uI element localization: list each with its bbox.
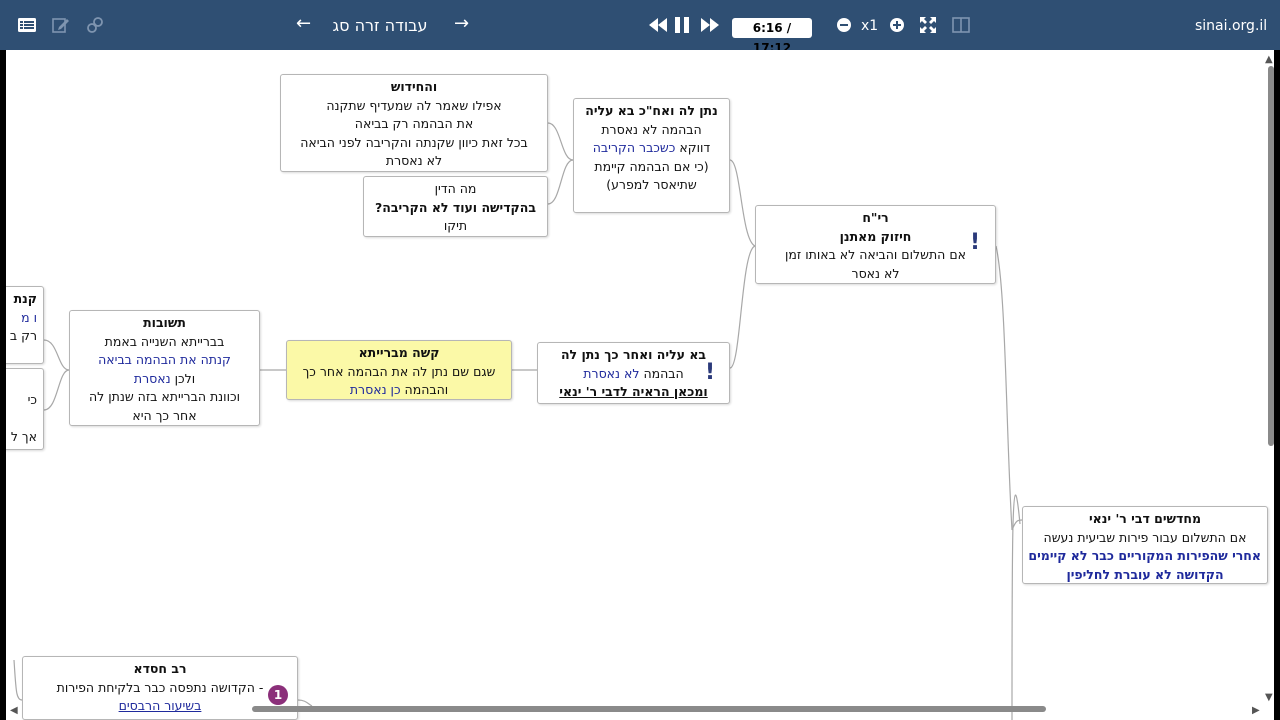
node-title: רב חסדא — [133, 661, 187, 676]
node-line: בכל זאת כיוון שקנתה והקריבה לפני הביאה — [300, 134, 528, 150]
node-title: בא עליה ואחר כך נתן לה — [560, 347, 707, 362]
rewind-icon[interactable] — [647, 14, 669, 36]
node-mechadshim[interactable]: מחדשים דבי ר' ינאי אם התשלום עבור פירות … — [1022, 506, 1268, 584]
vertical-scrollbar[interactable] — [1268, 66, 1274, 446]
node-edge-a[interactable]: קנת ו מ רק ב — [6, 286, 44, 364]
node-text: דווקא — [675, 140, 711, 155]
link-icon[interactable] — [84, 14, 106, 36]
node-line: הקדושה לא עוברת לחליפין — [1066, 566, 1224, 582]
scroll-down-icon[interactable]: ▼ — [1265, 692, 1273, 703]
node-text: ולכן — [170, 370, 196, 386]
node-line: לא נאסרת — [385, 153, 443, 168]
node-line: בברייתא השנייה באמת — [104, 333, 225, 349]
node-highlight: נאסרת — [133, 370, 171, 386]
node-line: הבהמה לא נאסרת — [544, 365, 723, 384]
node-ba-natan[interactable]: בא עליה ואחר כך נתן לה הבהמה לא נאסרת ומ… — [537, 342, 730, 404]
node-text: הבהמה — [639, 365, 684, 381]
speed-increase-icon[interactable] — [886, 14, 908, 36]
node-mah-hadin[interactable]: מה הדין בהקדישה ועוד לא הקריבה? תיקו — [363, 176, 548, 237]
node-line: ו מ — [21, 309, 37, 325]
node-highlight: כן נאסרת — [349, 382, 401, 397]
lesson-title: עבודה זרה סג — [332, 16, 428, 35]
node-line: ומכאן הראיה לדבי ר' ינאי — [559, 384, 708, 399]
prev-lesson-arrow[interactable]: ← — [296, 13, 311, 34]
node-line: תיקו — [443, 218, 468, 233]
split-view-icon[interactable] — [950, 14, 972, 36]
node-line: אפילו שאמר לה שמעדיף שתקנה — [326, 97, 502, 113]
node-line: אם התשלום עבור פירות שביעית נעשה — [1043, 529, 1247, 545]
scroll-up-icon[interactable]: ▲ — [1265, 54, 1273, 65]
node-line: והבהמה כן נאסרת — [293, 381, 505, 400]
next-lesson-arrow[interactable]: → — [454, 13, 469, 34]
node-line: אך ל — [10, 428, 37, 444]
exclamation-icon[interactable]: ! — [705, 360, 715, 385]
node-line: - הקדושה נתפסה כבר בלקיחת הפירות — [56, 679, 264, 695]
node-title: קשה מברייתא — [358, 345, 440, 360]
node-line: הבהמה לא נאסרת — [601, 121, 702, 137]
node-line: שגם שם נתן לה את הבהמה אחר כך — [302, 363, 496, 379]
node-rich[interactable]: רי"ח חיזוק מאתנן אם התשלום והביאה לא באו… — [755, 205, 996, 284]
node-kasha[interactable]: קשה מברייתא שגם שם נתן לה את הבהמה אחר כ… — [286, 340, 512, 400]
node-title: מחדשים דבי ר' ינאי — [1088, 511, 1202, 526]
node-subtitle: חיזוק מאתנן — [839, 228, 912, 244]
node-title: רי"ח — [862, 210, 889, 225]
node-line: אם התשלום והביאה לא באותו זמן — [785, 247, 966, 262]
pause-icon[interactable] — [671, 14, 693, 36]
edit-icon[interactable] — [50, 14, 72, 36]
node-line: כי — [27, 392, 37, 407]
node-teshuvot[interactable]: תשובות בברייתא השנייה באמת קנתה את הבהמה… — [69, 310, 260, 426]
node-title: נתן לה ואח"כ בא עליה — [585, 103, 718, 118]
mind-map-canvas[interactable]: והחידוש אפילו שאמר לה שמעדיף שתקנה את הב… — [6, 50, 1274, 720]
node-line: (כי אם הבהמה קיימת — [594, 158, 709, 174]
node-highlight: כשכבר הקריבה — [592, 140, 676, 155]
node-line: קנתה את הבהמה בביאה — [98, 352, 231, 367]
fullscreen-icon[interactable] — [917, 14, 939, 36]
scroll-left-icon[interactable]: ◀ — [10, 705, 18, 716]
node-line: רק ב — [9, 328, 37, 343]
node-title: תשובות — [143, 315, 186, 330]
node-line: ולכן נאסרת — [76, 370, 253, 389]
node-edge-b[interactable]: כי אך ל — [6, 368, 44, 450]
node-line: אחרי שהפירות המקוריים כבר לא קיימים — [1028, 548, 1261, 563]
node-line: לא נאסר — [851, 265, 900, 281]
horizontal-scrollbar[interactable] — [252, 706, 1046, 712]
speed-decrease-icon[interactable] — [833, 14, 855, 36]
node-highlight: לא נאסרת — [583, 365, 640, 381]
info-badge-icon[interactable]: 1 — [268, 685, 288, 705]
node-line: בהקדישה ועוד לא הקריבה? — [375, 199, 536, 215]
node-natan-ba[interactable]: נתן לה ואח"כ בא עליה הבהמה לא נאסרת דווק… — [573, 98, 730, 213]
node-chiddush[interactable]: והחידוש אפילו שאמר לה שמעדיף שתקנה את הב… — [280, 74, 548, 172]
node-line: מה הדין — [434, 181, 477, 196]
node-line: אחר כך היא — [132, 407, 197, 423]
node-title: והחידוש — [390, 79, 438, 94]
scroll-right-icon[interactable]: ▶ — [1252, 705, 1260, 716]
node-line: שתיאסר למפרע) — [606, 177, 697, 192]
node-line: את הבהמה רק בביאה — [354, 116, 474, 131]
top-toolbar: ← עבודה זרה סג → 6:16 / 17:12 x1 sinai.o… — [0, 0, 1280, 55]
site-name[interactable]: sinai.org.il — [1195, 18, 1267, 34]
playback-time: 6:16 / 17:12 — [732, 18, 812, 55]
fast-forward-icon[interactable] — [699, 14, 721, 36]
exclamation-icon[interactable]: ! — [970, 230, 980, 255]
speed-value: x1 — [861, 18, 879, 34]
node-line: דווקא כשכבר הקריבה — [580, 139, 723, 158]
menu-list-icon[interactable] — [16, 14, 38, 36]
node-line: וכוונת הברייתא בזה שנתן לה — [88, 389, 241, 404]
node-text: והבהמה — [400, 382, 449, 397]
node-line: קנת — [13, 291, 37, 306]
